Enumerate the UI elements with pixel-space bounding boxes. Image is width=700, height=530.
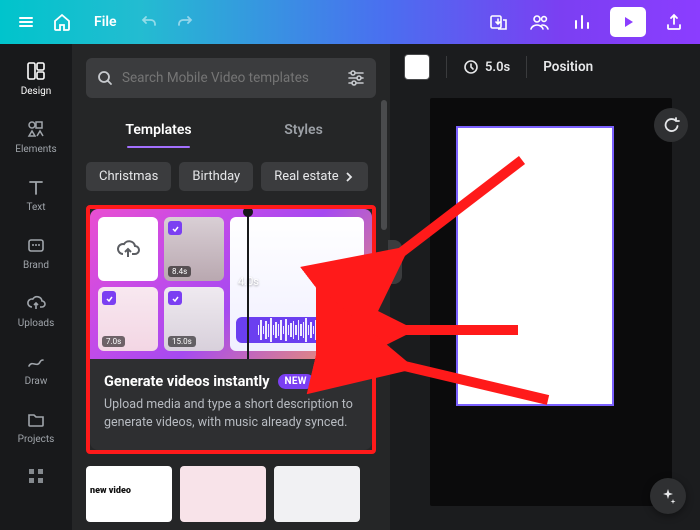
template-thumbnail[interactable] bbox=[274, 466, 360, 522]
template-thumbnail[interactable] bbox=[180, 466, 266, 522]
chevron-right-icon bbox=[343, 171, 355, 183]
divider bbox=[526, 56, 527, 78]
search-bar[interactable] bbox=[86, 58, 376, 98]
rail-label: Design bbox=[21, 86, 52, 97]
template-thumbnail[interactable] bbox=[86, 466, 172, 522]
cloud-upload-icon bbox=[25, 292, 47, 314]
chip-realestate[interactable]: Real estate bbox=[261, 162, 367, 191]
redo-button[interactable] bbox=[171, 8, 199, 36]
card-preview: 8.4s 4.0s 7.0s bbox=[90, 209, 372, 359]
folder-icon bbox=[25, 408, 47, 430]
sidebar-rail: Design Elements Text Brand Uploads Draw … bbox=[0, 44, 72, 530]
play-icon bbox=[621, 15, 635, 29]
clock-icon bbox=[463, 59, 479, 75]
playhead-indicator bbox=[247, 209, 249, 359]
home-icon bbox=[52, 12, 72, 32]
rail-label: Text bbox=[26, 202, 45, 213]
shapes-icon bbox=[25, 118, 47, 140]
category-chips: Christmas Birthday Real estate bbox=[86, 162, 376, 191]
rail-elements[interactable]: Elements bbox=[0, 108, 72, 164]
file-menu[interactable]: File bbox=[84, 8, 127, 36]
home-button[interactable] bbox=[48, 8, 76, 36]
import-button[interactable] bbox=[484, 8, 512, 36]
media-tile: 8.4s bbox=[164, 217, 224, 281]
search-input[interactable] bbox=[122, 70, 338, 86]
tile-duration: 7.0s bbox=[102, 336, 125, 347]
check-icon bbox=[168, 221, 182, 235]
canvas-area: 5.0s Position bbox=[390, 44, 700, 530]
card-description: Upload media and type a short descriptio… bbox=[104, 396, 358, 432]
editor-stage[interactable] bbox=[430, 98, 672, 506]
templates-icon bbox=[25, 60, 47, 82]
rail-label: Projects bbox=[18, 434, 55, 445]
magic-button[interactable] bbox=[650, 478, 686, 514]
media-tile: 15.0s bbox=[164, 287, 224, 351]
media-tile: 7.0s bbox=[98, 287, 158, 351]
apps-grid-icon bbox=[25, 465, 47, 487]
rail-label: Elements bbox=[15, 144, 56, 155]
rail-label: Uploads bbox=[18, 318, 54, 329]
rail-uploads[interactable]: Uploads bbox=[0, 282, 72, 338]
rail-brand[interactable]: Brand bbox=[0, 224, 72, 280]
check-icon bbox=[168, 291, 182, 305]
tab-styles[interactable]: Styles bbox=[231, 112, 376, 150]
refresh-button[interactable] bbox=[654, 108, 688, 142]
new-badge: NEW bbox=[278, 374, 314, 389]
panel-collapse-handle[interactable] bbox=[388, 240, 402, 284]
tile-duration: 15.0s bbox=[168, 336, 196, 347]
side-panel: Templates Styles Christmas Birthday Real… bbox=[72, 44, 390, 530]
background-color-swatch[interactable] bbox=[404, 54, 430, 80]
rail-design[interactable]: Design bbox=[0, 50, 72, 106]
sparkle-icon bbox=[659, 487, 677, 505]
filter-icon[interactable] bbox=[346, 69, 366, 87]
undo-button[interactable] bbox=[135, 8, 163, 36]
search-icon bbox=[96, 69, 114, 87]
position-button[interactable]: Position bbox=[543, 59, 593, 75]
generate-videos-card[interactable]: 8.4s 4.0s 7.0s bbox=[90, 209, 372, 450]
top-toolbar: File bbox=[0, 0, 700, 44]
cloud-upload-icon bbox=[114, 235, 142, 263]
card-title: Generate videos instantly bbox=[104, 373, 270, 390]
tab-templates[interactable]: Templates bbox=[86, 112, 231, 150]
canvas-page[interactable] bbox=[458, 128, 612, 404]
upload-tile bbox=[98, 217, 158, 281]
collaborators-button[interactable] bbox=[526, 8, 554, 36]
audio-waveform bbox=[236, 317, 358, 343]
rail-label: Brand bbox=[23, 260, 49, 271]
analytics-button[interactable] bbox=[568, 8, 596, 36]
redo-icon bbox=[176, 13, 194, 31]
template-thumbnails bbox=[86, 466, 376, 530]
chip-birthday[interactable]: Birthday bbox=[179, 162, 253, 191]
draw-icon bbox=[25, 350, 47, 372]
panel-tabs: Templates Styles bbox=[86, 112, 376, 150]
tile-duration: 8.4s bbox=[168, 266, 191, 277]
check-icon bbox=[102, 291, 116, 305]
canvas-toolbar: 5.0s Position bbox=[390, 44, 700, 90]
rail-text[interactable]: Text bbox=[0, 166, 72, 222]
menu-button[interactable] bbox=[12, 8, 40, 36]
refresh-icon bbox=[662, 116, 680, 134]
duration-value: 5.0s bbox=[485, 60, 510, 75]
divider bbox=[446, 56, 447, 78]
brand-icon bbox=[25, 234, 47, 256]
share-button[interactable] bbox=[660, 8, 688, 36]
present-button[interactable] bbox=[610, 7, 646, 37]
rail-label: Draw bbox=[25, 376, 48, 387]
hamburger-icon bbox=[17, 13, 35, 31]
rail-draw[interactable]: Draw bbox=[0, 340, 72, 396]
feature-card-highlight: 8.4s 4.0s 7.0s bbox=[86, 205, 376, 454]
import-icon bbox=[488, 12, 508, 32]
undo-icon bbox=[140, 13, 158, 31]
people-icon bbox=[529, 12, 551, 32]
page-duration[interactable]: 5.0s bbox=[463, 59, 510, 75]
rail-projects[interactable]: Projects bbox=[0, 398, 72, 454]
bar-chart-icon bbox=[572, 12, 592, 32]
chip-christmas[interactable]: Christmas bbox=[86, 162, 171, 191]
preview-tile-large: 4.0s bbox=[230, 217, 364, 351]
rail-apps[interactable] bbox=[0, 456, 72, 496]
text-icon bbox=[25, 176, 47, 198]
share-icon bbox=[664, 12, 684, 32]
